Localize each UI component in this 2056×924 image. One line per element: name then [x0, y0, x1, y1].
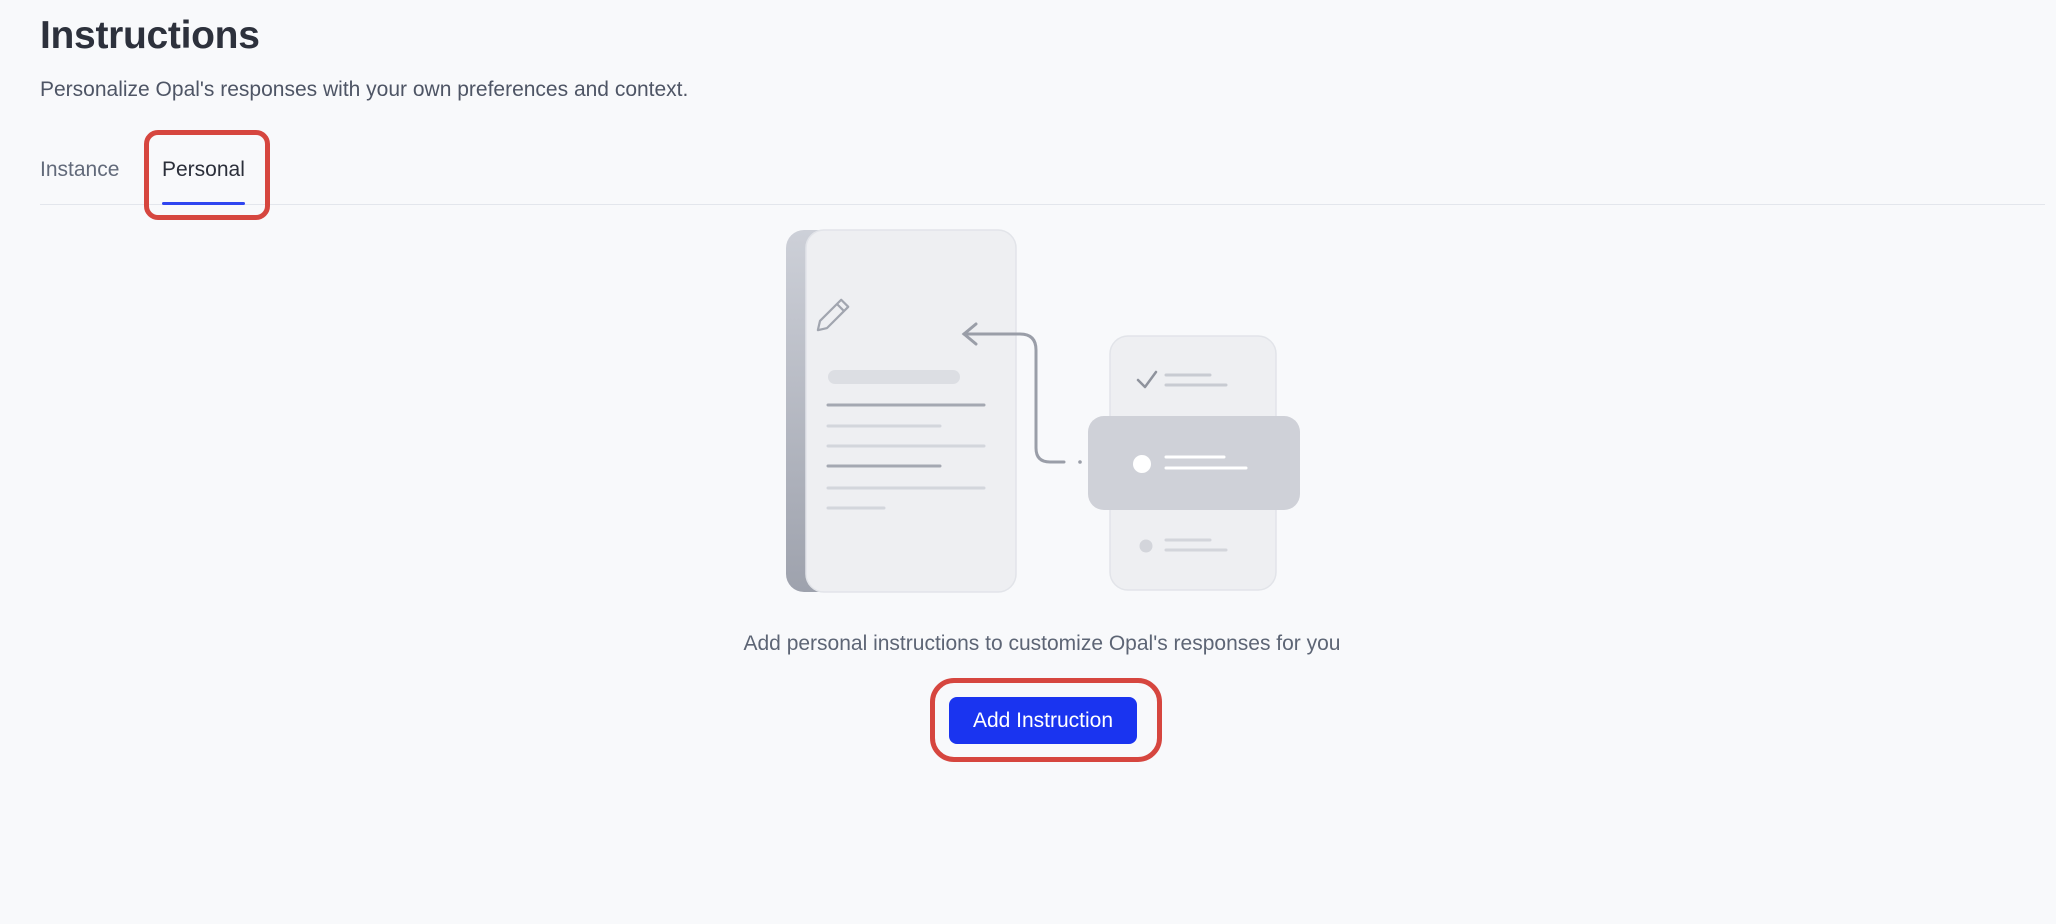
- tab-bar: Instance Personal: [40, 158, 2045, 205]
- add-instruction-highlight: [930, 678, 1162, 762]
- empty-state-message: Add personal instructions to customize O…: [743, 632, 1341, 655]
- options-card-graphic: [1088, 335, 1300, 591]
- empty-state-illustration: [786, 229, 1300, 593]
- page-title: Instructions: [40, 14, 260, 57]
- tab-personal-highlight: [144, 130, 270, 220]
- page-subtitle: Personalize Opal's responses with your o…: [40, 78, 689, 101]
- document-graphic: [786, 229, 1017, 593]
- tab-instance[interactable]: Instance: [40, 158, 119, 204]
